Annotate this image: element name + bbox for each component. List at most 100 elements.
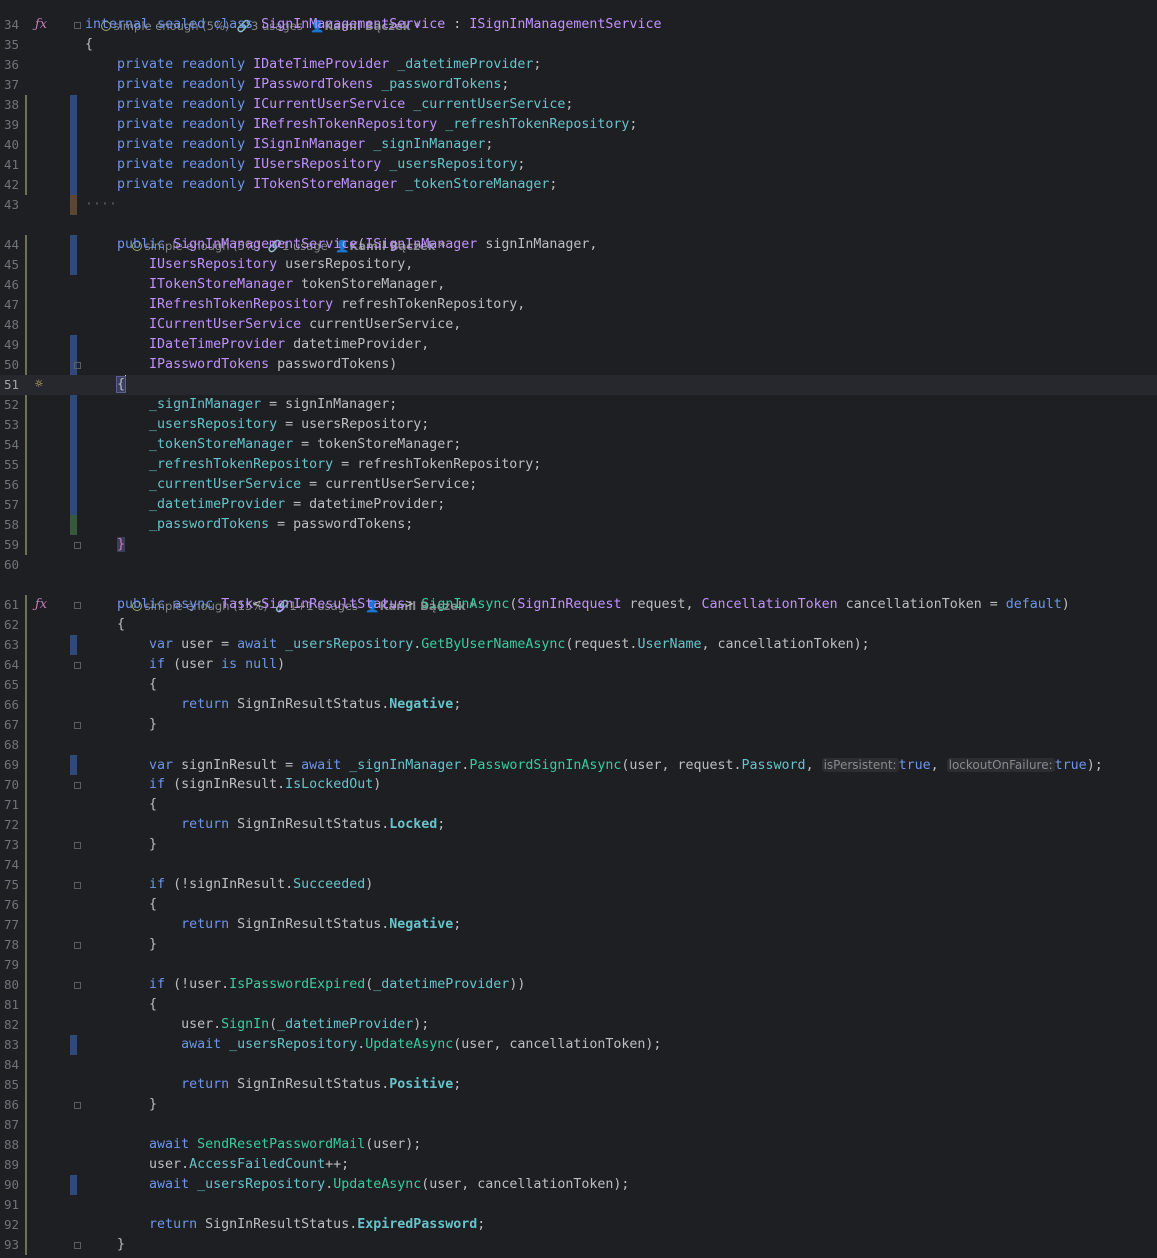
line-number[interactable]: 66 bbox=[0, 695, 19, 715]
code-line-67[interactable]: 67 } bbox=[0, 715, 1157, 735]
code-line-88[interactable]: 88 await SendResetPasswordMail(user); bbox=[0, 1135, 1157, 1155]
line-number[interactable]: 56 bbox=[0, 475, 19, 495]
line-number[interactable]: 45 bbox=[0, 255, 19, 275]
line-number[interactable]: 34 bbox=[0, 15, 19, 35]
code-line-36[interactable]: 36 private readonly IDateTimeProvider _d… bbox=[0, 55, 1157, 75]
line-number[interactable]: 79 bbox=[0, 955, 19, 975]
code-text[interactable]: { bbox=[85, 375, 127, 395]
code-text[interactable]: { bbox=[85, 795, 157, 815]
code-line-53[interactable]: 53 _usersRepository = usersRepository; bbox=[0, 415, 1157, 435]
line-number[interactable]: 65 bbox=[0, 675, 19, 695]
code-line-54[interactable]: 54 _tokenStoreManager = tokenStoreManage… bbox=[0, 435, 1157, 455]
vcs-change-marker[interactable] bbox=[70, 175, 77, 195]
code-line-46[interactable]: 46 ITokenStoreManager tokenStoreManager, bbox=[0, 275, 1157, 295]
line-number[interactable]: 90 bbox=[0, 1175, 19, 1195]
code-line-56[interactable]: 56 _currentUserService = currentUserServ… bbox=[0, 475, 1157, 495]
code-line-82[interactable]: 82 user.SignIn(_datetimeProvider); bbox=[0, 1015, 1157, 1035]
line-number[interactable]: 85 bbox=[0, 1075, 19, 1095]
code-line-66[interactable]: 66 return SignInResultStatus.Negative; bbox=[0, 695, 1157, 715]
fold-toggle-icon[interactable] bbox=[74, 362, 81, 369]
code-text[interactable]: { bbox=[85, 995, 157, 1015]
fold-toggle-icon[interactable] bbox=[74, 782, 81, 789]
code-line-57[interactable]: 57 _datetimeProvider = datetimeProvider; bbox=[0, 495, 1157, 515]
code-text[interactable]: await SendResetPasswordMail(user); bbox=[85, 1135, 421, 1155]
line-number[interactable]: 92 bbox=[0, 1215, 19, 1235]
vcs-change-marker[interactable] bbox=[70, 135, 77, 155]
code-line-70[interactable]: 70 if (signInResult.IsLockedOut) bbox=[0, 775, 1157, 795]
line-number[interactable]: 54 bbox=[0, 435, 19, 455]
vcs-change-marker[interactable] bbox=[70, 635, 77, 655]
code-line-47[interactable]: 47 IRefreshTokenRepository refreshTokenR… bbox=[0, 295, 1157, 315]
code-text[interactable]: if (user is null) bbox=[85, 655, 285, 675]
line-number[interactable]: 37 bbox=[0, 75, 19, 95]
code-text[interactable]: } bbox=[85, 1095, 157, 1115]
code-line-35[interactable]: 35 { bbox=[0, 35, 1157, 55]
line-number[interactable]: 47 bbox=[0, 295, 19, 315]
line-number[interactable]: 62 bbox=[0, 615, 19, 635]
code-line-55[interactable]: 55 _refreshTokenRepository = refreshToke… bbox=[0, 455, 1157, 475]
code-text[interactable]: user.SignIn(_datetimeProvider); bbox=[85, 1015, 429, 1035]
vcs-change-marker[interactable] bbox=[70, 515, 77, 535]
fold-toggle-icon[interactable] bbox=[74, 1102, 81, 1109]
code-text[interactable]: } bbox=[85, 715, 157, 735]
code-line-91[interactable]: 91 bbox=[0, 1195, 1157, 1215]
code-text[interactable]: IRefreshTokenRepository refreshTokenRepo… bbox=[85, 295, 525, 315]
code-line-71[interactable]: 71 { bbox=[0, 795, 1157, 815]
vcs-change-marker[interactable] bbox=[70, 335, 77, 355]
code-text[interactable]: private readonly ICurrentUserService _cu… bbox=[85, 95, 573, 115]
vcs-change-marker[interactable] bbox=[70, 435, 77, 455]
code-text[interactable]: IUsersRepository usersRepository, bbox=[85, 255, 413, 275]
code-text[interactable]: public async Task<SignInResultStatus> Si… bbox=[85, 595, 1070, 615]
code-text[interactable]: private readonly IUsersRepository _users… bbox=[85, 155, 525, 175]
line-number[interactable]: 63 bbox=[0, 635, 19, 655]
code-line-62[interactable]: 62 { bbox=[0, 615, 1157, 635]
line-number[interactable]: 91 bbox=[0, 1195, 19, 1215]
code-line-83[interactable]: 83 await _usersRepository.UpdateAsync(us… bbox=[0, 1035, 1157, 1055]
line-number[interactable]: 50 bbox=[0, 355, 19, 375]
code-text[interactable]: private readonly IDateTimeProvider _date… bbox=[85, 55, 541, 75]
line-number[interactable]: 61 bbox=[0, 595, 19, 615]
code-line-92[interactable]: 92 return SignInResultStatus.ExpiredPass… bbox=[0, 1215, 1157, 1235]
code-line-45[interactable]: 45 IUsersRepository usersRepository, bbox=[0, 255, 1157, 275]
code-line-44[interactable]: 44 public SignInManagementService(ISignI… bbox=[0, 235, 1157, 255]
line-number[interactable]: 58 bbox=[0, 515, 19, 535]
code-text[interactable]: { bbox=[85, 895, 157, 915]
line-number[interactable]: 53 bbox=[0, 415, 19, 435]
code-text[interactable]: } bbox=[85, 835, 157, 855]
code-line-43[interactable]: 43 ···· bbox=[0, 195, 1157, 215]
line-number[interactable]: 70 bbox=[0, 775, 19, 795]
line-number[interactable]: 89 bbox=[0, 1155, 19, 1175]
code-text[interactable]: return SignInResultStatus.Positive; bbox=[85, 1075, 461, 1095]
code-text[interactable]: private readonly IRefreshTokenRepository… bbox=[85, 115, 637, 135]
code-line-84[interactable]: 84 bbox=[0, 1055, 1157, 1075]
lightbulb-icon[interactable]: ☼ bbox=[35, 375, 43, 395]
code-line-38[interactable]: 38 private readonly ICurrentUserService … bbox=[0, 95, 1157, 115]
code-text[interactable]: _passwordTokens = passwordTokens; bbox=[85, 515, 413, 535]
vcs-change-marker[interactable] bbox=[70, 1175, 77, 1195]
vcs-change-marker[interactable] bbox=[70, 115, 77, 135]
vcs-change-marker[interactable] bbox=[70, 255, 77, 275]
line-number[interactable]: 57 bbox=[0, 495, 19, 515]
line-number[interactable]: 48 bbox=[0, 315, 19, 335]
code-line-37[interactable]: 37 private readonly IPasswordTokens _pas… bbox=[0, 75, 1157, 95]
code-line-78[interactable]: 78 } bbox=[0, 935, 1157, 955]
line-number[interactable]: 72 bbox=[0, 815, 19, 835]
code-line-48[interactable]: 48 ICurrentUserService currentUserServic… bbox=[0, 315, 1157, 335]
code-line-93[interactable]: 93 } bbox=[0, 1235, 1157, 1255]
code-line-72[interactable]: 72 return SignInResultStatus.Locked; bbox=[0, 815, 1157, 835]
code-line-69[interactable]: 69 var signInResult = await _signInManag… bbox=[0, 755, 1157, 775]
fold-toggle-icon[interactable] bbox=[74, 602, 81, 609]
line-number[interactable]: 36 bbox=[0, 55, 19, 75]
line-number[interactable]: 81 bbox=[0, 995, 19, 1015]
vcs-change-marker[interactable] bbox=[70, 475, 77, 495]
code-vision-hint-signin[interactable]: simple enough (15%) 🔗1+1 usages 👤Kamil B… bbox=[117, 576, 476, 613]
code-text[interactable]: _signInManager = signInManager; bbox=[85, 395, 397, 415]
code-text[interactable]: { bbox=[85, 615, 125, 635]
code-text[interactable]: private readonly ISignInManager _signInM… bbox=[85, 135, 493, 155]
code-line-52[interactable]: 52 _signInManager = signInManager; bbox=[0, 395, 1157, 415]
line-number[interactable]: 69 bbox=[0, 755, 19, 775]
line-number[interactable]: 78 bbox=[0, 935, 19, 955]
code-text[interactable]: _tokenStoreManager = tokenStoreManager; bbox=[85, 435, 461, 455]
line-number[interactable]: 42 bbox=[0, 175, 19, 195]
code-text[interactable]: var user = await _usersRepository.GetByU… bbox=[85, 635, 870, 655]
